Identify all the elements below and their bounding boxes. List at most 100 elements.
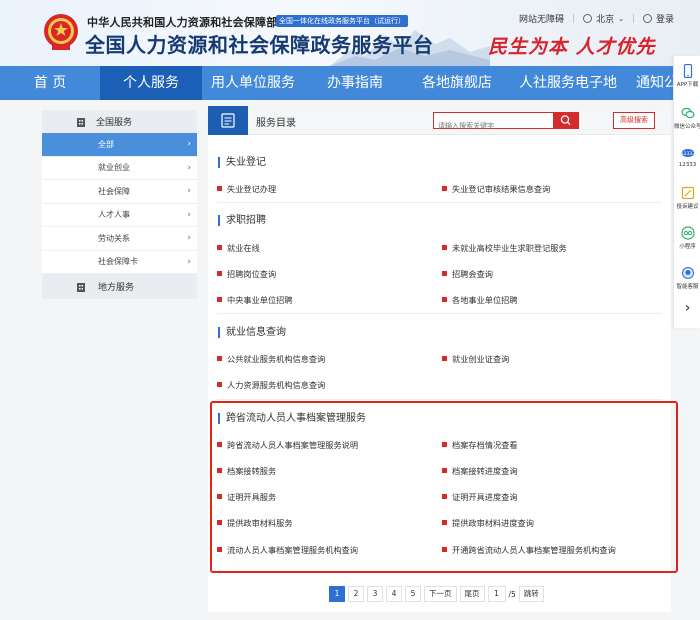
svg-text:12333: 12333 [681, 151, 695, 157]
divider: | [631, 13, 635, 24]
service-link[interactable]: 就业创业证查询 [442, 354, 509, 364]
edit-icon [681, 186, 694, 200]
chevron-right-icon: › [187, 256, 191, 267]
user-icon [643, 14, 652, 23]
divider: | [572, 13, 576, 24]
sidebar-item-labor[interactable]: 劳动关系 › [42, 227, 197, 251]
site-title: 全国人力资源和社会保障政务服务平台 [85, 33, 434, 57]
ministry-name: 中华人民共和国人力资源和社会保障部 [87, 16, 278, 29]
sidebar-item-all[interactable]: 全部 › [42, 133, 197, 157]
sidebar-head-national[interactable]: 全国服务 [42, 110, 197, 133]
service-link[interactable]: 开通跨省流动人员人事档案管理服务机构查询 [442, 545, 616, 555]
chevron-right-icon: › [187, 139, 191, 150]
sidebar-head-local[interactable]: 地方服务 [42, 274, 197, 299]
location-icon [583, 14, 593, 23]
float-wechat[interactable]: 微信公众号 [674, 106, 700, 130]
platform-tag: 全国一体化在线政务服务平台（试运行） [276, 15, 408, 27]
advanced-search-button[interactable]: 高级搜索 [613, 112, 655, 129]
page-1[interactable]: 1 [329, 586, 345, 602]
next-page-button[interactable]: 下一页 [424, 586, 457, 602]
nav-e-map[interactable]: 人社服务电子地 [508, 66, 628, 100]
nav-home[interactable]: 首 页 [0, 66, 100, 100]
section-employment-info: 就业信息查询 [218, 327, 663, 338]
service-catalog-panel: 服务目录 高级搜索 失业登记 失业登记办理 失业登记审核结果信息查询 求职招聘 … [208, 106, 671, 612]
total-pages: /5 [508, 589, 516, 599]
catalog-toolbar: 服务目录 高级搜索 [208, 106, 671, 135]
service-link[interactable]: 流动人员人事档案管理服务机构查询 [217, 545, 358, 555]
site-header: 中华人民共和国人力资源和社会保障部 全国一体化在线政务服务平台（试运行） 全国人… [0, 0, 700, 66]
section-unemployment: 失业登记 [218, 157, 663, 168]
nav-local-stores[interactable]: 各地旗舰店 [406, 66, 508, 100]
chevron-down-icon: ⌄ [618, 14, 624, 23]
slogan: 民生为本 人才优先 [488, 36, 656, 58]
service-link[interactable]: 招聘会查询 [442, 269, 493, 279]
service-link[interactable]: 失业登记办理 [217, 184, 276, 194]
section-personnel-archives: 跨省流动人员人事档案管理服务 [218, 413, 663, 424]
login-link[interactable]: 登录 [656, 12, 674, 25]
service-link[interactable]: 提供政审材料服务 [217, 518, 293, 528]
floating-toolbar: APP下载 微信公众号 12333 12333 投诉建议 小程序 智能客服 › [673, 56, 700, 328]
float-mini-program[interactable]: 小程序 [674, 226, 700, 250]
city-selector[interactable]: 北京 [596, 12, 614, 25]
service-link[interactable]: 档案接转服务 [217, 466, 276, 476]
service-link[interactable]: 就业在线 [217, 243, 260, 253]
service-link[interactable]: 失业登记审核结果信息查询 [442, 184, 550, 194]
float-complaint[interactable]: 投诉建议 [674, 186, 700, 210]
nav-personal-services[interactable]: 个人服务 [100, 66, 202, 100]
sidebar-item-card[interactable]: 社会保障卡 › [42, 250, 197, 274]
float-app-download[interactable]: APP下载 [674, 64, 700, 88]
float-smart-service[interactable]: 智能客服 [674, 266, 700, 290]
sidebar-item-talent[interactable]: 人才人事 › [42, 203, 197, 227]
main-nav: 首 页 个人服务 用人单位服务 办事指南 各地旗舰店 人社服务电子地 通知公 [0, 66, 700, 100]
phone-icon [683, 64, 692, 78]
accessibility-link[interactable]: 网站无障碍 [519, 12, 564, 25]
divider [217, 313, 662, 314]
mini-program-icon [680, 226, 695, 240]
page-2[interactable]: 2 [348, 586, 364, 602]
catalog-icon [208, 106, 248, 135]
page-3[interactable]: 3 [367, 586, 383, 602]
chevron-right-icon: › [187, 209, 191, 220]
national-emblem-icon [44, 14, 78, 50]
catalog-title: 服务目录 [256, 118, 296, 129]
hotline-icon: 12333 [681, 149, 695, 157]
headset-icon [681, 267, 694, 279]
chevron-right-icon[interactable]: › [674, 300, 700, 316]
building-icon [77, 118, 85, 127]
service-link[interactable]: 招聘岗位查询 [217, 269, 276, 279]
sidebar: 全国服务 全部 › 就业创业 › 社会保障 › 人才人事 › 劳动关系 › 社会保障卡 › … [42, 110, 197, 299]
nav-employer-services[interactable]: 用人单位服务 [202, 66, 304, 100]
service-link[interactable]: 证明开具进度查询 [442, 492, 518, 502]
search-icon [560, 115, 571, 126]
page-4[interactable]: 4 [386, 586, 402, 602]
service-link[interactable]: 证明开具服务 [217, 492, 276, 502]
sidebar-item-employment[interactable]: 就业创业 › [42, 156, 197, 180]
last-page-button[interactable]: 尾页 [459, 586, 485, 602]
nav-guide[interactable]: 办事指南 [304, 66, 406, 100]
building-icon [77, 283, 85, 292]
wechat-icon [680, 107, 695, 119]
sidebar-item-social-security[interactable]: 社会保障 › [42, 180, 197, 204]
divider [217, 202, 662, 203]
section-job-recruitment: 求职招聘 [218, 215, 663, 226]
service-link[interactable]: 跨省流动人员人事档案管理服务说明 [217, 440, 358, 450]
service-link[interactable]: 档案接转进度查询 [442, 466, 518, 476]
service-link[interactable]: 中央事业单位招聘 [217, 295, 293, 305]
page-number-input[interactable]: 1 [487, 586, 506, 602]
search-input[interactable] [434, 118, 544, 134]
divider [217, 399, 662, 400]
search-box [433, 112, 579, 134]
chevron-right-icon: › [187, 186, 191, 197]
page-5[interactable]: 5 [405, 586, 421, 602]
service-link[interactable]: 提供政审材料进度查询 [442, 518, 534, 528]
service-link[interactable]: 各地事业单位招聘 [442, 295, 518, 305]
service-link[interactable]: 公共就业服务机构信息查询 [217, 354, 325, 364]
chevron-right-icon: › [187, 162, 191, 173]
service-link[interactable]: 档案存档情况查看 [442, 440, 518, 450]
service-link[interactable]: 未就业高校毕业生求职登记服务 [442, 243, 567, 253]
float-12333[interactable]: 12333 12333 [674, 146, 700, 168]
page: 中华人民共和国人力资源和社会保障部 全国一体化在线政务服务平台（试运行） 全国人… [0, 0, 700, 620]
service-link[interactable]: 人力资源服务机构信息查询 [217, 380, 325, 390]
search-button[interactable] [553, 112, 579, 129]
jump-button[interactable]: 跳转 [518, 586, 544, 602]
